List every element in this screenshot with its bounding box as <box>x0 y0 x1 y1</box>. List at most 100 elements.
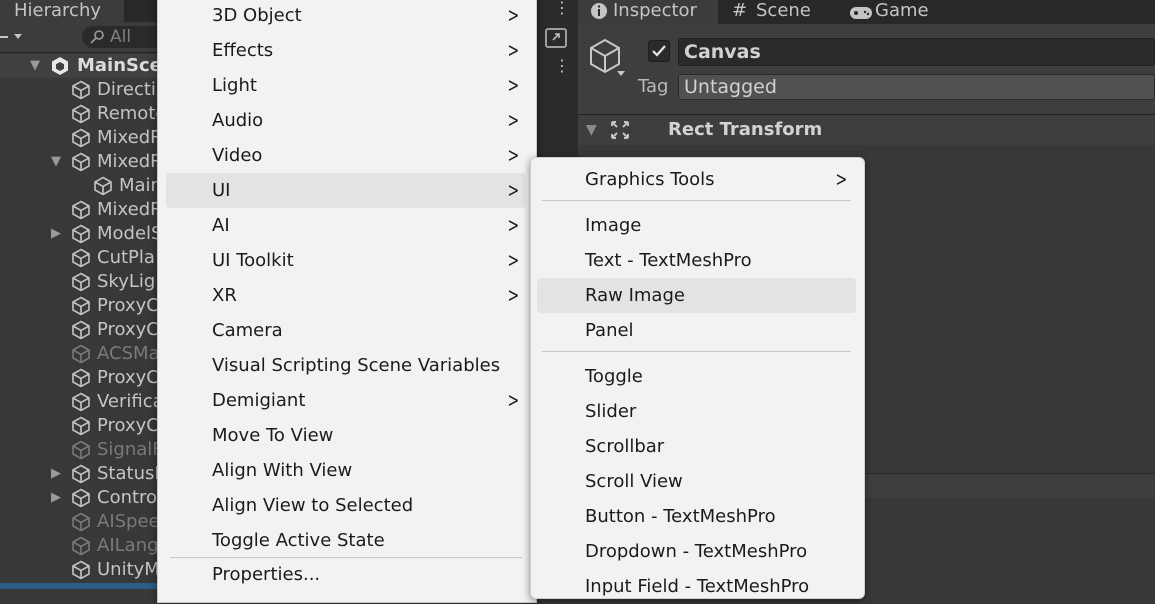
gameobject-icon <box>71 152 91 172</box>
submenu-item-dropdown-textmeshpro[interactable]: Dropdown - TextMeshPro <box>531 534 864 569</box>
submenu-item-label: Panel <box>585 320 634 341</box>
menu-item-align-view-to-selected[interactable]: Align View to Selected <box>158 488 536 523</box>
menu-item-ui-toolkit[interactable]: UI Toolkit > <box>158 243 536 278</box>
menu-item-label: Visual Scripting Scene Variables <box>212 355 501 376</box>
menu-item-demigiant[interactable]: Demigiant > <box>158 383 536 418</box>
submenu-item-label: Button - TextMeshPro <box>585 506 776 527</box>
submenu-separator <box>542 351 851 352</box>
submenu-item-image[interactable]: Image <box>531 208 864 243</box>
submenu-item-label: Text - TextMeshPro <box>585 250 752 271</box>
inspector-more-icon[interactable]: ⋮ <box>554 58 570 74</box>
menu-item-audio[interactable]: Audio > <box>158 103 536 138</box>
component-foldout-icon[interactable]: ▼ <box>586 119 597 141</box>
hierarchy-row-label: CutPla <box>97 247 155 268</box>
hierarchy-tab[interactable]: Hierarchy <box>0 0 124 22</box>
menu-item-label: UI <box>212 180 231 201</box>
gameobject-icon <box>71 296 91 316</box>
submenu-item-slider[interactable]: Slider <box>531 394 864 429</box>
menu-item-label: Light <box>212 75 257 96</box>
tag-dropdown[interactable]: Untagged <box>678 74 1155 100</box>
foldout-arrow-icon[interactable]: ▶ <box>51 486 61 510</box>
gameobject-icon <box>71 560 91 580</box>
submenu-item-raw-image[interactable]: Raw Image <box>537 278 856 313</box>
hierarchy-row-label: MixedR <box>97 127 163 148</box>
menu-item-visual-scripting-scene-variables[interactable]: Visual Scripting Scene Variables <box>158 348 536 383</box>
gameobject-icon <box>71 464 91 484</box>
submenu-item-label: Slider <box>585 401 637 422</box>
gameobject-icon <box>93 176 113 196</box>
rect-transform-header[interactable]: ▼ Rect Transform <box>578 115 1155 145</box>
inspector-lower-section <box>864 474 1155 498</box>
foldout-arrow-icon[interactable]: ▶ <box>51 462 61 486</box>
inspector-tab-bar: Inspector # Scene Game <box>578 0 1155 24</box>
tab-scene[interactable]: # Scene <box>730 0 830 24</box>
menu-item-label: Camera <box>212 320 283 341</box>
menu-item-label: Properties... <box>212 564 321 585</box>
submenu-item-label: Scrollbar <box>585 436 665 457</box>
menu-item-label: XR <box>212 285 237 306</box>
active-checkbox[interactable] <box>648 40 670 62</box>
tag-label: Tag <box>638 76 669 97</box>
maximize-icon[interactable] <box>545 28 567 52</box>
gameobject-icon <box>71 536 91 556</box>
more-options-icon[interactable]: ⋮ <box>554 0 570 16</box>
foldout-arrow-icon[interactable]: ▼ <box>51 150 61 174</box>
scene-foldout-arrow-icon[interactable]: ▼ <box>30 54 40 78</box>
tab-inspector-label: Inspector <box>613 0 697 21</box>
submenu-item-panel[interactable]: Panel <box>531 313 864 348</box>
menu-item-video[interactable]: Video > <box>158 138 536 173</box>
submenu-item-text-textmeshpro[interactable]: Text - TextMeshPro <box>531 243 864 278</box>
menu-item-effects[interactable]: Effects > <box>158 33 536 68</box>
submenu-item-scroll-view[interactable]: Scroll View <box>531 464 864 499</box>
tab-inspector[interactable]: Inspector <box>578 0 718 24</box>
hierarchy-row-label: ModelS <box>97 223 163 244</box>
menu-item-camera[interactable]: Camera <box>158 313 536 348</box>
hierarchy-row-label: ProxyC <box>97 415 159 436</box>
hierarchy-row-label: Contro <box>97 487 158 508</box>
submenu-item-button-textmeshpro[interactable]: Button - TextMeshPro <box>531 499 864 534</box>
tab-game[interactable]: Game <box>848 0 948 24</box>
submenu-chevron-icon: > <box>507 73 520 97</box>
hierarchy-row-label: ProxyC <box>97 295 159 316</box>
hierarchy-row-label: UnityM <box>97 559 160 580</box>
submenu-chevron-icon: > <box>507 3 520 27</box>
menu-item-label: AI <box>212 215 230 236</box>
gameobject-icon <box>71 344 91 364</box>
submenu-chevron-icon: > <box>507 143 520 167</box>
menu-item-light[interactable]: Light > <box>158 68 536 103</box>
gameobject-icon <box>71 512 91 532</box>
menu-item-align-with-view[interactable]: Align With View <box>158 453 536 488</box>
foldout-arrow-icon[interactable]: ▶ <box>51 222 61 246</box>
menu-item-3d-object[interactable]: 3D Object > <box>158 0 536 33</box>
hierarchy-row-label: ACSMa <box>97 343 160 364</box>
menu-item-toggle-active-state[interactable]: Toggle Active State <box>158 523 536 558</box>
object-name-field[interactable]: Canvas <box>678 38 1155 66</box>
submenu-item-label: Scroll View <box>585 471 683 492</box>
submenu-item-scrollbar[interactable]: Scrollbar <box>531 429 864 464</box>
submenu-chevron-icon: > <box>507 108 520 132</box>
submenu-item-toggle[interactable]: Toggle <box>531 359 864 394</box>
submenu-item-input-field-textmeshpro[interactable]: Input Field - TextMeshPro <box>531 569 864 604</box>
gameobject-icon <box>71 368 91 388</box>
hierarchy-row-label: Verifica <box>97 391 164 412</box>
menu-item-xr[interactable]: XR > <box>158 278 536 313</box>
hierarchy-search-field[interactable]: All <box>82 26 162 48</box>
rect-transform-icon <box>610 120 630 144</box>
create-dropdown-icon[interactable] <box>0 26 28 48</box>
menu-item-ui[interactable]: UI > <box>166 173 526 208</box>
inspector-object-header: Canvas Tag Untagged <box>578 24 1155 114</box>
menu-item-ai[interactable]: AI > <box>158 208 536 243</box>
gameobject-icon <box>71 392 91 412</box>
hierarchy-row-label: SignalF <box>97 439 163 460</box>
submenu-item-label: Graphics Tools <box>585 169 715 190</box>
hierarchy-row-label: ProxyC <box>97 367 159 388</box>
gameobject-cube-icon[interactable] <box>588 38 626 82</box>
hierarchy-row-label: SkyLig <box>97 271 156 292</box>
submenu-chevron-icon: > <box>507 38 520 62</box>
gamepad-icon <box>850 4 872 26</box>
gameobject-icon <box>71 104 91 124</box>
menu-item-move-to-view[interactable]: Move To View <box>158 418 536 453</box>
submenu-item-label: Image <box>585 215 642 236</box>
submenu-item-graphics-tools[interactable]: Graphics Tools > <box>531 162 864 197</box>
menu-item-properties[interactable]: Properties... <box>158 557 536 592</box>
